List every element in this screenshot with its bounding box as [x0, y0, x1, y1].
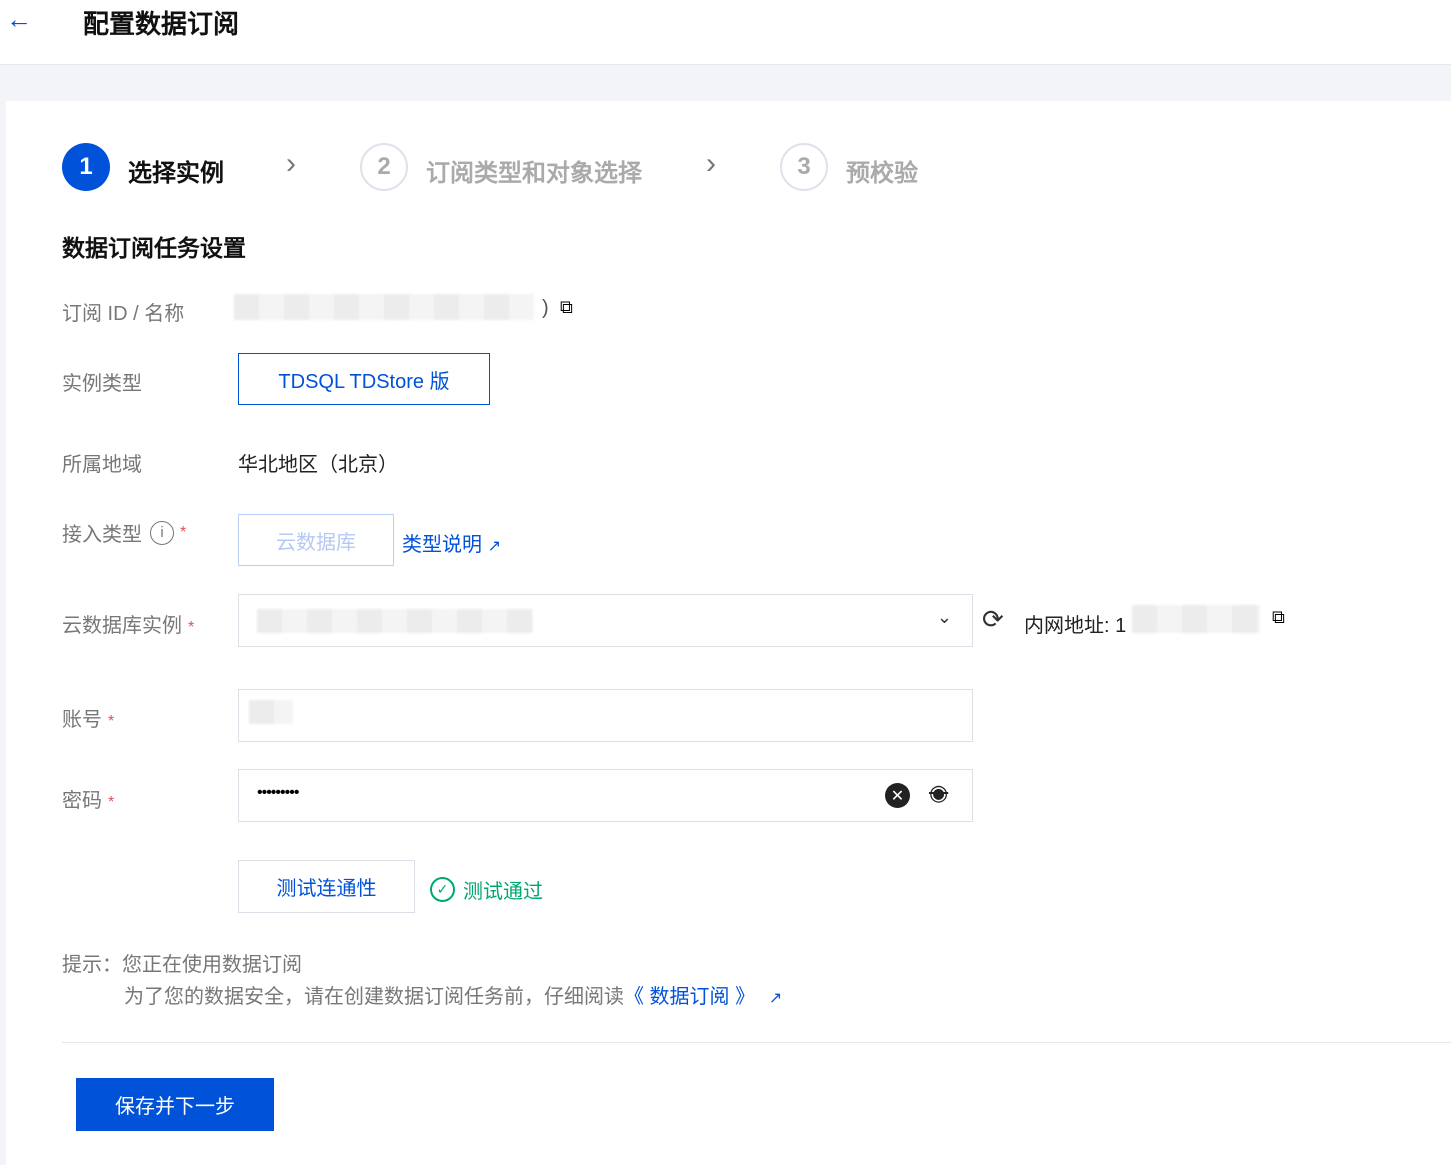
chevron-right-icon: ›: [286, 147, 296, 180]
tip-text: 为了您的数据安全，请在创建数据订阅任务前，仔细阅读: [124, 986, 624, 1008]
required-mark: *: [180, 523, 187, 541]
test-connection-button[interactable]: 测试连通性: [238, 860, 415, 913]
refresh-icon[interactable]: ⟳: [982, 604, 1004, 635]
step-1-label: 选择实例: [128, 160, 224, 187]
sub-id-suffix: ): [542, 297, 549, 319]
region-value: 华北地区（北京）: [238, 454, 398, 476]
chevron-right-icon: ›: [706, 147, 716, 180]
divider: [62, 1042, 1451, 1043]
save-next-button[interactable]: 保存并下一步: [76, 1078, 274, 1131]
info-icon[interactable]: i: [150, 520, 174, 545]
step-3-circle: 3: [780, 143, 828, 191]
type-doc-link-text: 类型说明: [402, 534, 482, 556]
step-1-circle: 1: [62, 143, 110, 191]
required-mark: *: [188, 619, 195, 636]
form-card: 1 选择实例 › 2 订阅类型和对象选择 › 3 预校验 数据订阅任务设置 订阅…: [6, 101, 1451, 1165]
access-type-label-row: 接入类型 i *: [62, 518, 186, 547]
step-3-label: 预校验: [846, 160, 918, 187]
password-value: •••••••••: [257, 784, 299, 801]
instance-type-label: 实例类型: [62, 373, 142, 395]
top-bar: ← 配置数据订阅: [0, 0, 1451, 65]
copy-icon[interactable]: ⧉: [560, 297, 573, 318]
test-status-text: 测试通过: [463, 881, 543, 903]
check-circle-icon: ✓: [430, 877, 455, 902]
access-type-label: 接入类型: [62, 524, 142, 546]
sub-id-label: 订阅 ID / 名称: [62, 303, 185, 325]
db-instance-value-redacted: [257, 609, 533, 633]
access-type-option[interactable]: 云数据库: [238, 514, 394, 566]
chevron-down-icon: ⌄: [936, 607, 952, 627]
intranet-address-redacted: [1132, 605, 1260, 633]
region-label: 所属地域: [62, 454, 142, 476]
copy-icon[interactable]: ⧉: [1272, 607, 1285, 628]
type-doc-link[interactable]: 类型说明 ↗: [402, 528, 501, 557]
instance-type-option[interactable]: TDSQL TDStore 版: [238, 353, 490, 405]
external-link-icon: ↗: [487, 538, 501, 555]
arrow-left-icon[interactable]: ←: [6, 6, 32, 32]
password-label-row: 密码 *: [62, 784, 114, 813]
account-value-redacted: [249, 700, 293, 724]
account-label-row: 账号 *: [62, 703, 114, 732]
test-status: ✓ 测试通过: [430, 875, 543, 904]
db-instance-select[interactable]: ⌄: [238, 594, 973, 647]
step-2-circle: 2: [360, 143, 408, 191]
tip-line-2: 为了您的数据安全，请在创建数据订阅任务前，仔细阅读《 数据订阅 》 ↗: [124, 980, 782, 1009]
required-mark: *: [108, 713, 115, 730]
clear-icon[interactable]: ✕: [885, 783, 910, 808]
sub-id-value-redacted: [234, 294, 534, 320]
db-instance-label: 云数据库实例: [62, 615, 182, 637]
password-input[interactable]: ••••••••• ✕ ◉: [238, 769, 973, 822]
db-instance-label-row: 云数据库实例 *: [62, 609, 194, 638]
tip-doc-link[interactable]: 《 数据订阅 》: [624, 986, 755, 1008]
required-mark: *: [108, 794, 115, 811]
step-2-label: 订阅类型和对象选择: [426, 160, 642, 187]
account-label: 账号: [62, 709, 102, 731]
section-title: 数据订阅任务设置: [62, 235, 246, 261]
password-label: 密码: [62, 790, 102, 812]
tip-line-1: 提示：您正在使用数据订阅: [62, 954, 302, 976]
intranet-label: 内网地址: 1: [1024, 615, 1127, 637]
eye-off-icon[interactable]: ◉: [929, 780, 948, 806]
page-title: 配置数据订阅: [83, 9, 240, 39]
account-input[interactable]: [238, 689, 973, 742]
external-link-icon[interactable]: ↗: [769, 990, 782, 1007]
